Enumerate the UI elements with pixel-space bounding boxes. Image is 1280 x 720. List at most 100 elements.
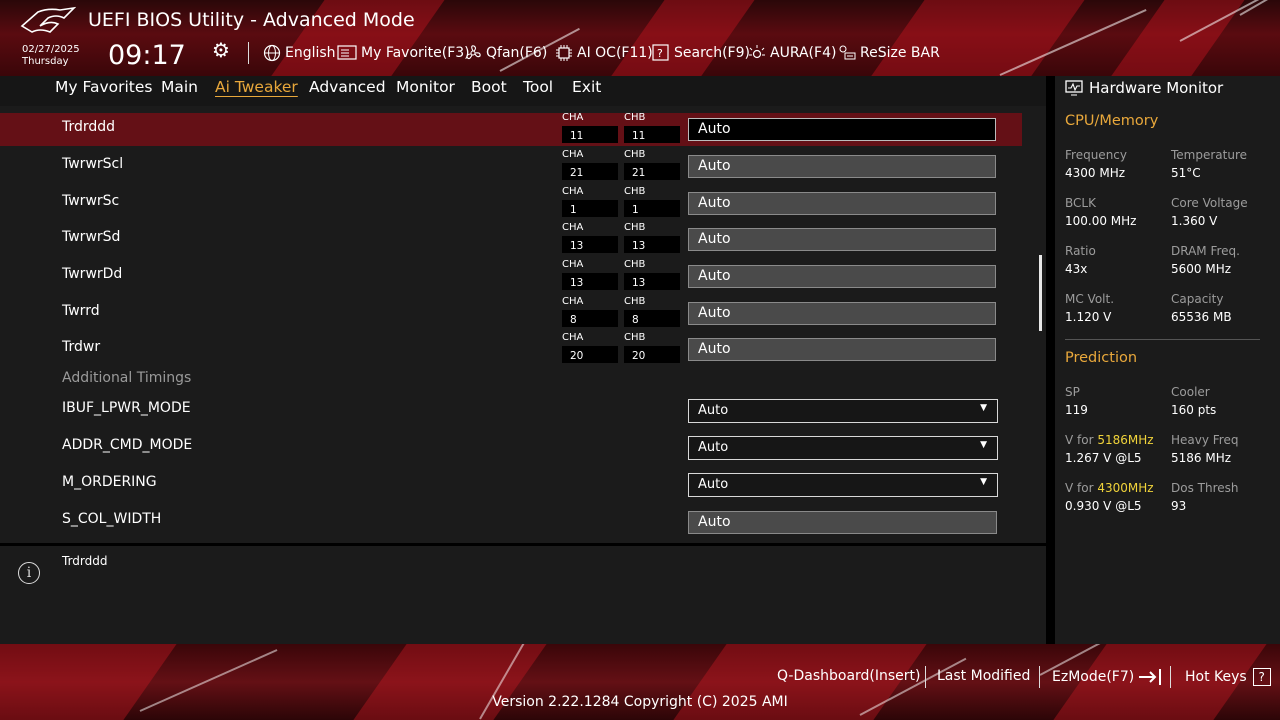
gear-icon[interactable]: ⚙ [212, 38, 230, 62]
chb-value-text: 13 [632, 240, 646, 252]
cha-label: CHA [562, 112, 584, 123]
value-field[interactable]: Auto [688, 511, 997, 534]
tab-main[interactable]: Main [161, 78, 198, 96]
cha-value: 8 [562, 310, 618, 327]
last-modified-button[interactable]: Last Modified [937, 668, 1030, 684]
setting-row-trdrddd[interactable]: Trdrddd CHA CHB 11 11 Auto [0, 112, 1022, 146]
v-for-4300-value: 0.930 V @L5 [1065, 499, 1142, 513]
chb-label: CHB [624, 186, 646, 197]
dropdown-value: Auto [698, 440, 729, 455]
header-bar: UEFI BIOS Utility - Advanced Mode 02/27/… [0, 0, 1280, 76]
setting-row-addr-cmd-mode[interactable]: ADDR_CMD_MODE Auto ▼ [0, 430, 1022, 463]
resize-bar-button[interactable]: ReSize BAR [838, 44, 940, 62]
aura-button[interactable]: AURA(F4) [748, 44, 836, 62]
core-voltage-label: Core Voltage [1171, 196, 1248, 210]
dropdown-select[interactable]: Auto ▼ [688, 473, 998, 497]
value-field[interactable]: Auto [688, 302, 996, 325]
v-for-5186-value: 1.267 V @L5 [1065, 451, 1142, 465]
clock[interactable]: 09:17 [108, 40, 186, 71]
chip-icon [556, 45, 572, 61]
favorite-icon [337, 45, 357, 60]
cha-value: 13 [562, 273, 618, 290]
help-panel: i Trdrddd [0, 546, 1046, 644]
footer-divider [1170, 666, 1171, 688]
rog-logo-icon [20, 6, 76, 33]
globe-icon [263, 44, 281, 62]
setting-row-twrwrdd[interactable]: TwrwrDd CHA CHB 13 13 Auto [0, 259, 1022, 293]
chb-value-text: 21 [632, 167, 646, 179]
tab-my-favorites[interactable]: My Favorites [55, 78, 153, 96]
value-text: Auto [698, 514, 731, 530]
date-display: 02/27/2025 Thursday [22, 44, 80, 68]
tab-monitor[interactable]: Monitor [396, 78, 455, 96]
search-button[interactable]: ? Search(F9) [652, 44, 750, 62]
setting-row-m-ordering[interactable]: M_ORDERING Auto ▼ [0, 467, 1022, 500]
qfan-button[interactable]: Qfan(F6) [464, 44, 547, 62]
ezmode-button[interactable]: EzMode(F7) [1052, 668, 1164, 686]
value-field[interactable]: Auto [688, 228, 996, 251]
ai-oc-button[interactable]: AI OC(F11) [555, 44, 653, 62]
prediction-heading: Prediction [1065, 350, 1138, 366]
frequency-label: Frequency [1065, 148, 1127, 162]
hardware-monitor-panel: Hardware Monitor CPU/Memory Frequency 43… [1055, 76, 1280, 644]
cha-label: CHA [562, 222, 584, 233]
tab-advanced[interactable]: Advanced [309, 78, 386, 96]
my-favorite-button[interactable]: My Favorite(F3) [337, 44, 470, 62]
tab-tool[interactable]: Tool [523, 78, 553, 96]
setting-label: Twrrd [62, 303, 100, 319]
help-question-icon: ? [1252, 668, 1271, 686]
value-field[interactable]: Auto [688, 118, 996, 141]
heavy-freq-value: 5186 MHz [1171, 451, 1232, 465]
bclk-label: BCLK [1065, 196, 1096, 210]
dropdown-select[interactable]: Auto ▼ [688, 399, 998, 423]
search-icon: ? [652, 44, 669, 61]
dos-thresh-label: Dos Thresh [1171, 481, 1239, 495]
chevron-down-icon: ▼ [980, 403, 987, 413]
value-field[interactable]: Auto [688, 192, 996, 215]
value-field[interactable]: Auto [688, 155, 996, 178]
chb-value-text: 8 [632, 314, 639, 326]
value-field[interactable]: Auto [688, 338, 996, 361]
my-favorite-label: My Favorite(F3) [361, 45, 470, 61]
setting-row-twrrd[interactable]: Twrrd CHA CHB 8 8 Auto [0, 296, 1022, 330]
frequency-value: 4300 MHz [1065, 166, 1126, 180]
version-text: Version 2.22.1284 Copyright (C) 2025 AMI [492, 694, 788, 710]
hardware-monitor-title: Hardware Monitor [1089, 79, 1224, 97]
setting-row-trdwr[interactable]: Trdwr CHA CHB 20 20 Auto [0, 332, 1022, 366]
cha-label: CHA [562, 259, 584, 270]
svg-text:?: ? [657, 47, 663, 60]
setting-row-twrwrsd[interactable]: TwrwrSd CHA CHB 13 13 Auto [0, 222, 1022, 256]
value-text: Auto [698, 195, 731, 211]
setting-label: ADDR_CMD_MODE [62, 437, 193, 453]
setting-label: IBUF_LPWR_MODE [62, 400, 191, 416]
tab-ai-tweaker[interactable]: Ai Tweaker [215, 78, 298, 96]
ezmode-label: EzMode(F7) [1052, 669, 1135, 685]
hot-keys-label: Hot Keys [1185, 669, 1247, 685]
q-dashboard-button[interactable]: Q-Dashboard(Insert) [777, 668, 921, 684]
tab-boot[interactable]: Boot [471, 78, 507, 96]
search-label: Search(F9) [674, 45, 750, 61]
qfan-label: Qfan(F6) [486, 45, 548, 61]
mc-volt-label: MC Volt. [1065, 292, 1115, 306]
setting-row-twrwrsc[interactable]: TwrwrSc CHA CHB 1 1 Auto [0, 186, 1022, 220]
mc-volt-value: 1.120 V [1065, 310, 1112, 324]
language-button[interactable]: English [263, 44, 336, 62]
cha-value: 1 [562, 200, 618, 217]
tab-exit[interactable]: Exit [572, 78, 601, 96]
setting-row-twrwrscl[interactable]: TwrwrScl CHA CHB 21 21 Auto [0, 149, 1022, 183]
fan-icon [466, 45, 481, 60]
value-field[interactable]: Auto [688, 265, 996, 288]
setting-row-ibuf-lpwr-mode[interactable]: IBUF_LPWR_MODE Auto ▼ [0, 393, 1022, 426]
cha-label: CHA [562, 332, 584, 343]
cha-value: 20 [562, 346, 618, 363]
chb-value-text: 20 [632, 350, 646, 362]
setting-row-s-col-width[interactable]: S_COL_WIDTH Auto [0, 505, 1022, 538]
column-divider [1046, 76, 1055, 644]
setting-label: S_COL_WIDTH [62, 511, 162, 527]
hot-keys-button[interactable]: Hot Keys? [1185, 668, 1271, 686]
cha-value-text: 1 [570, 204, 577, 216]
scrollbar-thumb[interactable] [1039, 255, 1042, 331]
dropdown-value: Auto [698, 403, 729, 418]
dropdown-value: Auto [698, 477, 729, 492]
dropdown-select[interactable]: Auto ▼ [688, 436, 998, 460]
